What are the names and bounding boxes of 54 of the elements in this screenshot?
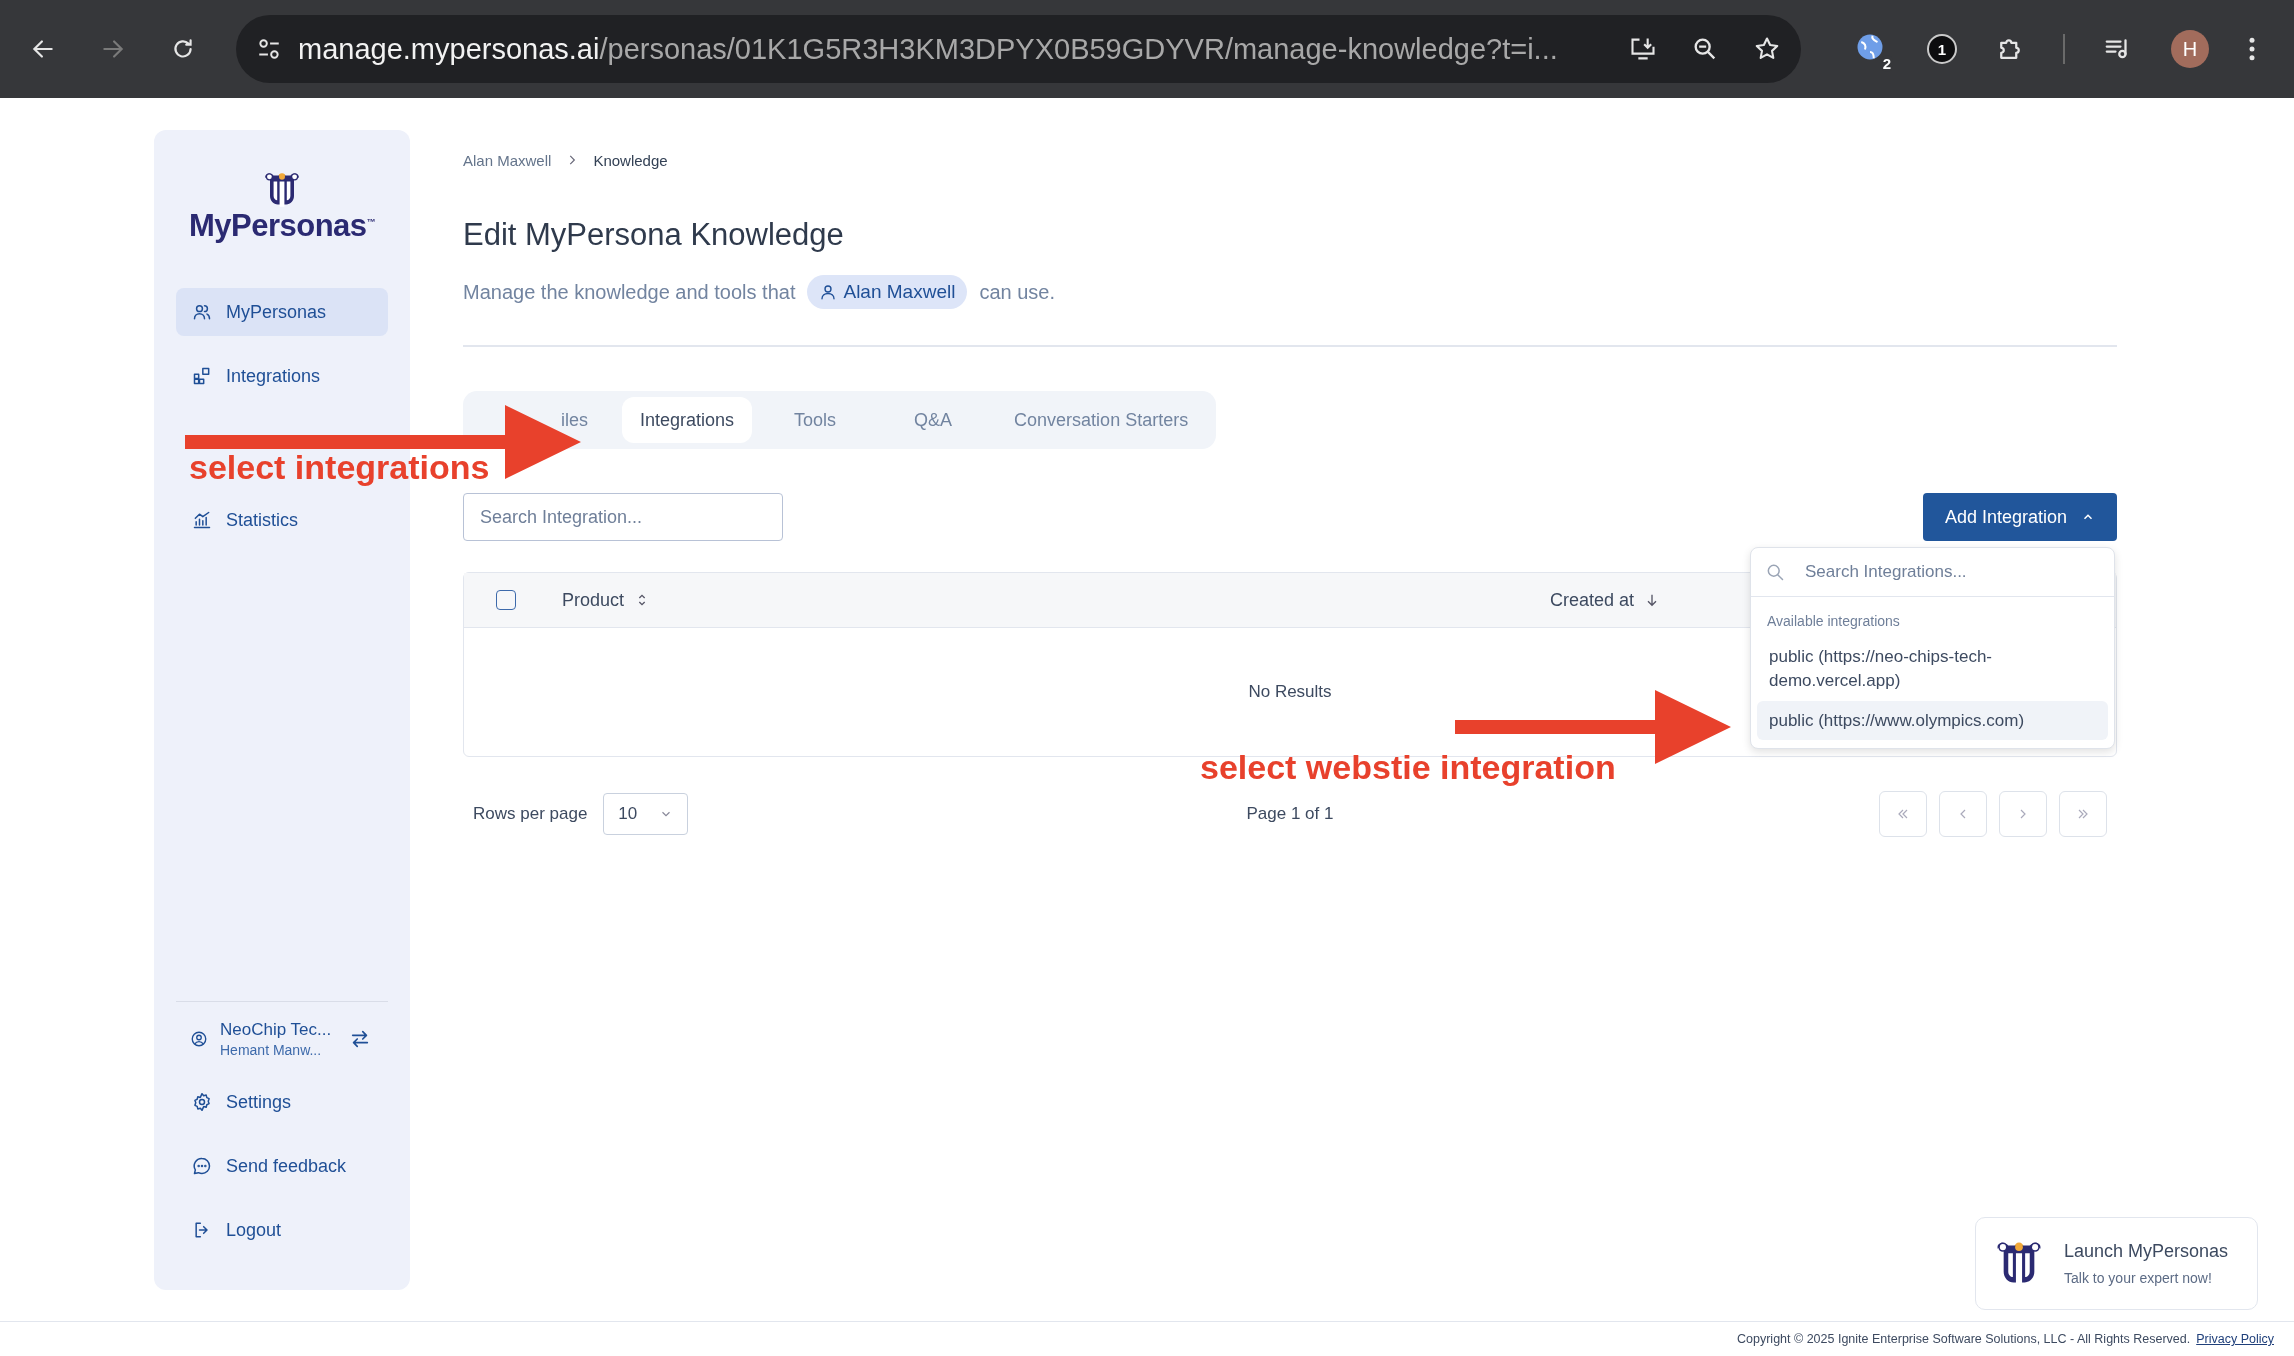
sidebar-item[interactable]: Logout — [176, 1206, 388, 1254]
user-name: Hemant Manw... — [220, 1042, 323, 1058]
tab[interactable]: Integrations — [622, 397, 753, 443]
menu-group-label: Available integrations — [1766, 612, 1901, 631]
search-icon — [1765, 562, 1785, 582]
url-text: manage.mypersonas.ai/personas/01K1G5R3H3KM3DPYX0B59GDYVR/manage-knowledge?t=i... — [298, 32, 1559, 66]
sidebar-item[interactable]: Statistics — [176, 496, 388, 544]
subtitle-text: Manage the knowledge and tools that — [463, 280, 796, 304]
annotation-text: select webstie integration — [1200, 748, 1616, 787]
logo-text: MyPersonas$^{™}$ — [188, 208, 376, 244]
page-indicator: Page 1 of 1 — [1246, 804, 1334, 824]
logo-icon — [262, 172, 302, 208]
sidebar-item[interactable]: Send feedback — [176, 1142, 388, 1190]
tab[interactable]: iles — [561, 409, 588, 431]
persona-chip[interactable]: Alan Maxwell — [807, 275, 968, 309]
search-field[interactable]: Search Integration... — [463, 493, 783, 541]
rows-per-page-select[interactable]: 10 — [603, 793, 689, 835]
tab[interactable]: Conversation Starters — [996, 397, 1207, 443]
site-settings-icon[interactable] — [256, 36, 282, 62]
people-icon — [192, 302, 212, 322]
copyright-text: Copyright © 2025 Ignite Enterprise Software Solutions, LLC - All Rights Reserved. — [1737, 1332, 2191, 1346]
breadcrumb-item: Knowledge — [593, 151, 668, 169]
globe-icon — [1855, 32, 1885, 62]
privacy-policy-link[interactable]: Privacy Policy — [2196, 1332, 2274, 1346]
chat-bubble-icon — [192, 1156, 212, 1176]
tab[interactable]: Q&A — [878, 397, 989, 443]
menu-item[interactable]: public (https://www.olympics.com) — [1757, 700, 2108, 741]
blocks-icon — [192, 366, 212, 386]
menu-search-field[interactable]: Search Integrations... — [1803, 561, 2100, 583]
widget-subtitle: Talk to your expert now! — [2064, 1270, 2213, 1286]
launch-widget[interactable]: Launch MyPersonas Talk to your expert now! — [1975, 1217, 2258, 1310]
address-bar[interactable]: manage.mypersonas.ai/personas/01K1G5R3H3KM3DPYX0B59GDYVR/manage-knowledge?t=i... — [236, 15, 1801, 83]
sidebar-item[interactable]: Settings — [176, 1078, 388, 1126]
page-title: Edit MyPersona Knowledge — [463, 217, 845, 253]
profile-avatar[interactable]: H — [2171, 30, 2209, 68]
sidebar-item[interactable]: Integrations — [176, 352, 388, 400]
add-integration-button[interactable]: Add Integration — [1922, 493, 2117, 541]
breadcrumb-item[interactable]: Alan Maxwell — [463, 151, 552, 169]
organization-name[interactable]: NeoChip Tec... — [220, 1020, 332, 1040]
menu-item[interactable]: public (https://neo-chips-tech-demo.vercel.app) — [1757, 637, 2108, 701]
person-icon — [819, 283, 838, 301]
rows-per-page-label: Rows per page — [473, 804, 588, 824]
counter-badge[interactable]: 1 — [1927, 34, 1957, 64]
account-icon — [190, 1030, 208, 1048]
column-header[interactable]: Created at — [1549, 589, 1660, 611]
sidebar-item[interactable]: MyPersonas — [176, 288, 388, 336]
column-header[interactable]: Product — [562, 589, 1550, 611]
empty-message: No Results — [1248, 682, 1332, 702]
settings-icon — [192, 1092, 212, 1112]
chart-icon — [192, 510, 212, 530]
select-all-checkbox[interactable] — [496, 590, 516, 610]
widget-title: Launch MyPersonas — [2064, 1241, 2229, 1262]
subtitle-text: can use. — [979, 280, 1055, 304]
annotation-text: select integrations — [189, 448, 490, 487]
